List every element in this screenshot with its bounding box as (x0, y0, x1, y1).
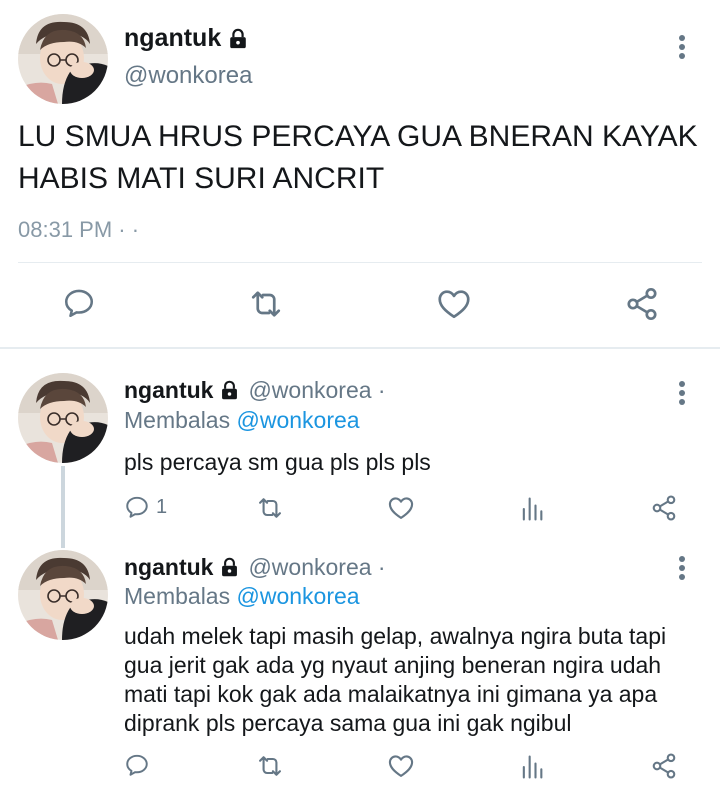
retweet-icon[interactable] (256, 494, 284, 522)
stats-icon[interactable] (518, 495, 546, 523)
like-icon[interactable] (387, 494, 415, 522)
author-name-row[interactable]: ngantuk (124, 24, 249, 53)
reply-icon (124, 494, 150, 520)
more-vertical-icon[interactable] (670, 553, 694, 583)
tweet-thread: ngantuk @wonkorea LU SMUA HRUS PERCAYA G… (0, 0, 720, 793)
stats-icon[interactable] (518, 753, 546, 781)
avatar[interactable] (18, 14, 108, 104)
share-icon[interactable] (650, 752, 678, 780)
share-icon[interactable] (650, 494, 678, 522)
handle[interactable]: @wonkorea · (248, 377, 385, 404)
tweet-timestamp[interactable]: 08:31 PM · · (18, 217, 139, 243)
like-icon[interactable] (436, 286, 472, 322)
reply-text: pls percaya sm gua pls pls pls (124, 449, 431, 475)
avatar[interactable] (18, 373, 108, 463)
reply-icon[interactable] (124, 752, 150, 778)
author-name-row[interactable]: ngantuk (124, 377, 240, 404)
reply-button[interactable]: 1 (124, 494, 167, 520)
like-icon[interactable] (387, 752, 415, 780)
tweet-actions (0, 280, 720, 330)
retweet-icon[interactable] (256, 752, 284, 780)
handle[interactable]: @wonkorea (124, 62, 252, 90)
lock-icon (219, 557, 240, 578)
lock-icon (227, 28, 249, 50)
divider (18, 262, 702, 263)
mention-link[interactable]: @wonkorea (237, 407, 360, 433)
more-vertical-icon[interactable] (670, 32, 694, 62)
reply-header: ngantuk @wonkorea · (124, 554, 386, 581)
lock-icon (219, 380, 240, 401)
handle[interactable]: @wonkorea · (248, 554, 385, 581)
replying-to-label: Membalas (124, 583, 231, 609)
tweet-text: LU SMUA HRUS PERCAYA GUA BNERAN KAYAK HA… (18, 120, 698, 195)
reply-icon[interactable] (62, 286, 96, 320)
reply-header: ngantuk @wonkorea · (124, 377, 386, 404)
replying-to: Membalas @wonkorea (124, 407, 360, 434)
mention-link[interactable]: @wonkorea (237, 583, 360, 609)
thread-connector-line (61, 466, 65, 548)
share-icon[interactable] (624, 286, 660, 322)
replying-to: Membalas @wonkorea (124, 583, 360, 610)
display-name[interactable]: ngantuk (124, 554, 213, 581)
reply-count: 1 (156, 495, 168, 518)
display-name[interactable]: ngantuk (124, 24, 221, 53)
author-name-row[interactable]: ngantuk (124, 554, 240, 581)
display-name[interactable]: ngantuk (124, 377, 213, 404)
replying-to-label: Membalas (124, 407, 231, 433)
more-vertical-icon[interactable] (670, 378, 694, 408)
avatar[interactable] (18, 550, 108, 640)
reply-text: udah melek tapi masih gelap, awalnya ngi… (124, 623, 667, 736)
retweet-icon[interactable] (248, 286, 284, 322)
divider (0, 347, 720, 349)
